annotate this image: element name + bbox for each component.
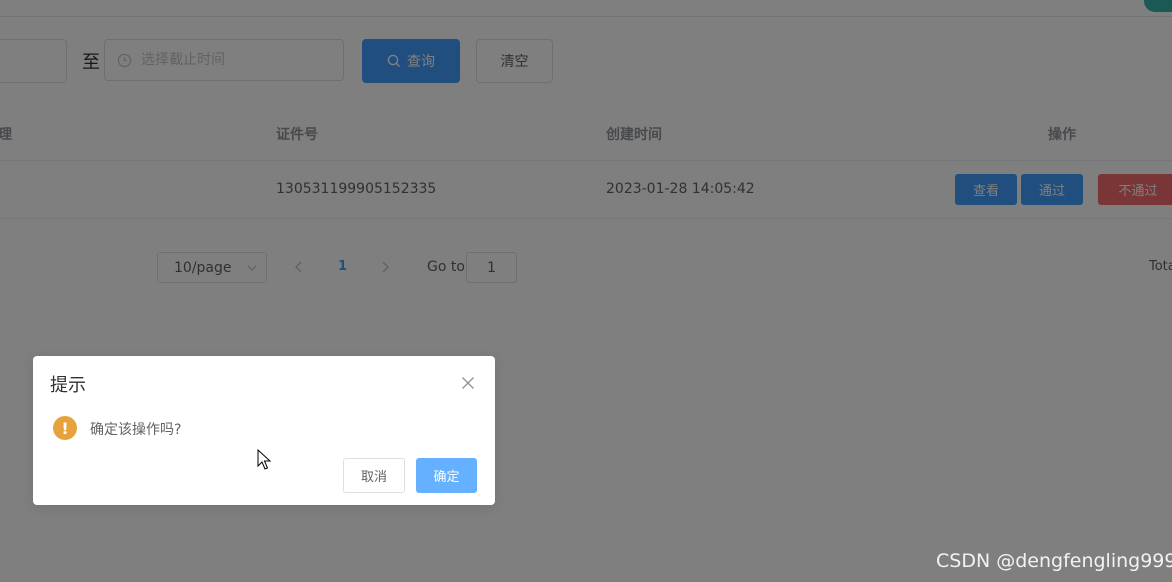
watermark: CSDN @dengfengling999 — [936, 550, 1172, 572]
confirm-dialog: 提示 ! 确定该操作吗? 取消 确定 — [33, 356, 495, 505]
close-icon[interactable] — [461, 376, 475, 390]
cancel-button-label: 取消 — [360, 470, 387, 485]
confirm-button-label: 确定 — [433, 470, 460, 485]
dialog-message: 确定该操作吗? — [90, 422, 182, 438]
dialog-title: 提示 — [50, 375, 86, 396]
warning-symbol: ! — [61, 418, 69, 438]
warning-icon: ! — [53, 416, 77, 440]
cursor-icon — [257, 449, 271, 470]
cancel-button[interactable]: 取消 — [343, 458, 405, 493]
confirm-button[interactable]: 确定 — [416, 458, 477, 493]
